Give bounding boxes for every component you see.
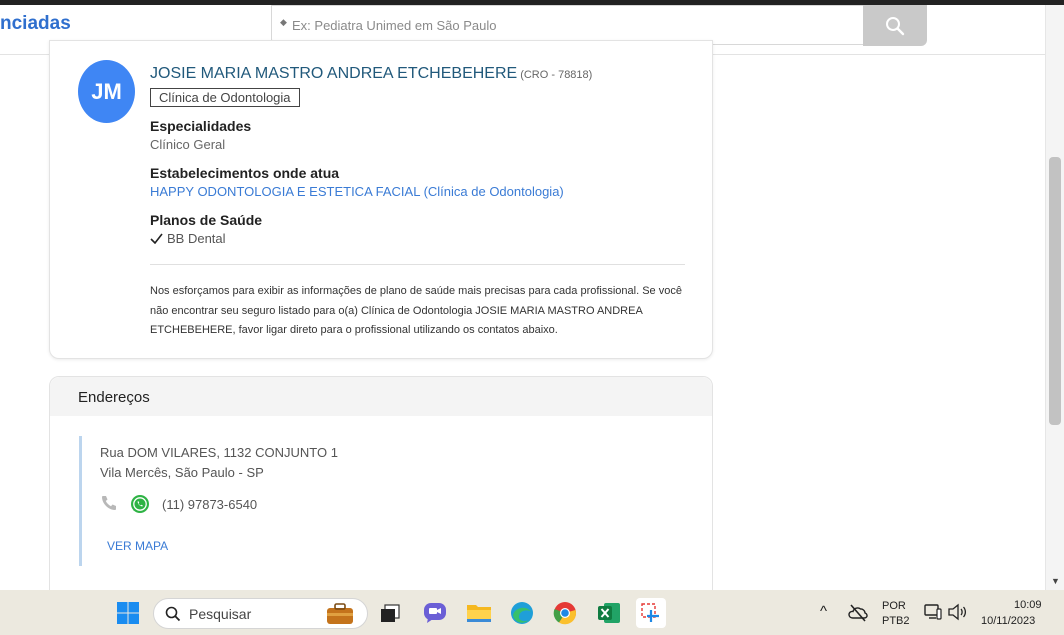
search-bar[interactable]: ◆ <box>271 5 927 46</box>
language-indicator[interactable]: POR <box>882 600 906 612</box>
phone-number[interactable]: (11) 97873-6540 <box>162 497 257 512</box>
search-input[interactable] <box>292 14 852 36</box>
task-view-icon[interactable] <box>375 598 405 628</box>
start-button[interactable] <box>113 598 143 628</box>
sort-arrows-icon[interactable]: ◆ <box>280 17 287 28</box>
addresses-title: Endereços <box>78 389 150 406</box>
excel-icon[interactable] <box>594 598 624 628</box>
profile-card: JM JOSIE MARIA MASTRO ANDREA ETCHEBEHERE… <box>49 40 713 359</box>
whatsapp-icon[interactable] <box>130 494 150 519</box>
specialties-title: Especialidades <box>150 118 252 134</box>
chrome-browser-icon[interactable] <box>550 598 580 628</box>
plan-item: BB Dental <box>150 231 226 246</box>
address-block: Rua DOM VILARES, 1132 CONJUNTO 1 Vila Me… <box>79 436 679 566</box>
establishments-title: Estabelecimentos onde atua <box>150 165 340 181</box>
volume-icon[interactable] <box>947 603 967 626</box>
clock-time[interactable]: 10:09 <box>1014 599 1042 611</box>
scrollbar-thumb[interactable] <box>1049 157 1061 425</box>
check-icon <box>150 233 163 245</box>
phone-icon[interactable] <box>100 494 118 517</box>
clock-date[interactable]: 10/11/2023 <box>981 615 1035 627</box>
site-brand[interactable]: nciadas <box>0 13 71 35</box>
scroll-down-icon[interactable]: ▼ <box>1051 576 1060 586</box>
cro-number: (CRO - 78818) <box>520 69 593 81</box>
professional-name: JOSIE MARIA MASTRO ANDREA ETCHEBEHERE (CR… <box>150 65 592 83</box>
address-street: Rua DOM VILARES, 1132 CONJUNTO 1 <box>100 445 338 460</box>
cloud-sync-off-icon[interactable] <box>848 604 868 627</box>
type-badge: Clínica de Odontologia <box>150 88 300 107</box>
taskbar-search-label: Pesquisar <box>189 606 252 622</box>
edge-browser-icon[interactable] <box>507 598 537 628</box>
network-icon[interactable] <box>924 603 942 626</box>
avatar: JM <box>78 60 135 123</box>
establishment-link[interactable]: HAPPY ODONTOLOGIA E ESTETICA FACIAL (Clí… <box>150 184 564 199</box>
insurance-disclaimer: Nos esforçamos para exibir as informaçõe… <box>150 285 682 336</box>
taskbar: Pesquisar ^ POR PTB2 10:09 10/11/2023 <box>0 590 1064 635</box>
file-explorer-icon[interactable] <box>464 598 494 628</box>
taskbar-search[interactable]: Pesquisar <box>153 598 368 629</box>
teams-chat-icon[interactable] <box>420 598 450 628</box>
snipping-tool-icon[interactable] <box>636 598 666 628</box>
search-icon <box>886 16 905 35</box>
browser-window: nciadas ◆ JM JOSIE MARIA MASTRO ANDREA E… <box>0 0 1064 590</box>
scrollbar[interactable]: ▼ <box>1045 5 1064 590</box>
specialties-value: Clínico Geral <box>150 137 226 152</box>
search-icon <box>165 606 181 622</box>
plan-name: BB Dental <box>167 231 226 246</box>
divider <box>150 264 685 265</box>
windows-logo-icon <box>117 602 139 624</box>
plans-title: Planos de Saúde <box>150 212 263 228</box>
keyboard-layout[interactable]: PTB2 <box>882 615 910 627</box>
address-city: Vila Mercês, São Paulo - SP <box>100 465 264 480</box>
professional-name-text: JOSIE MARIA MASTRO ANDREA ETCHEBEHERE <box>150 65 518 82</box>
view-map-link[interactable]: VER MAPA <box>107 539 168 553</box>
briefcase-icon <box>327 603 353 624</box>
addresses-header: Endereços <box>50 377 712 416</box>
tray-overflow-icon[interactable]: ^ <box>820 603 827 620</box>
search-button[interactable] <box>863 5 927 46</box>
addresses-card: Endereços Rua DOM VILARES, 1132 CONJUNTO… <box>49 376 713 590</box>
